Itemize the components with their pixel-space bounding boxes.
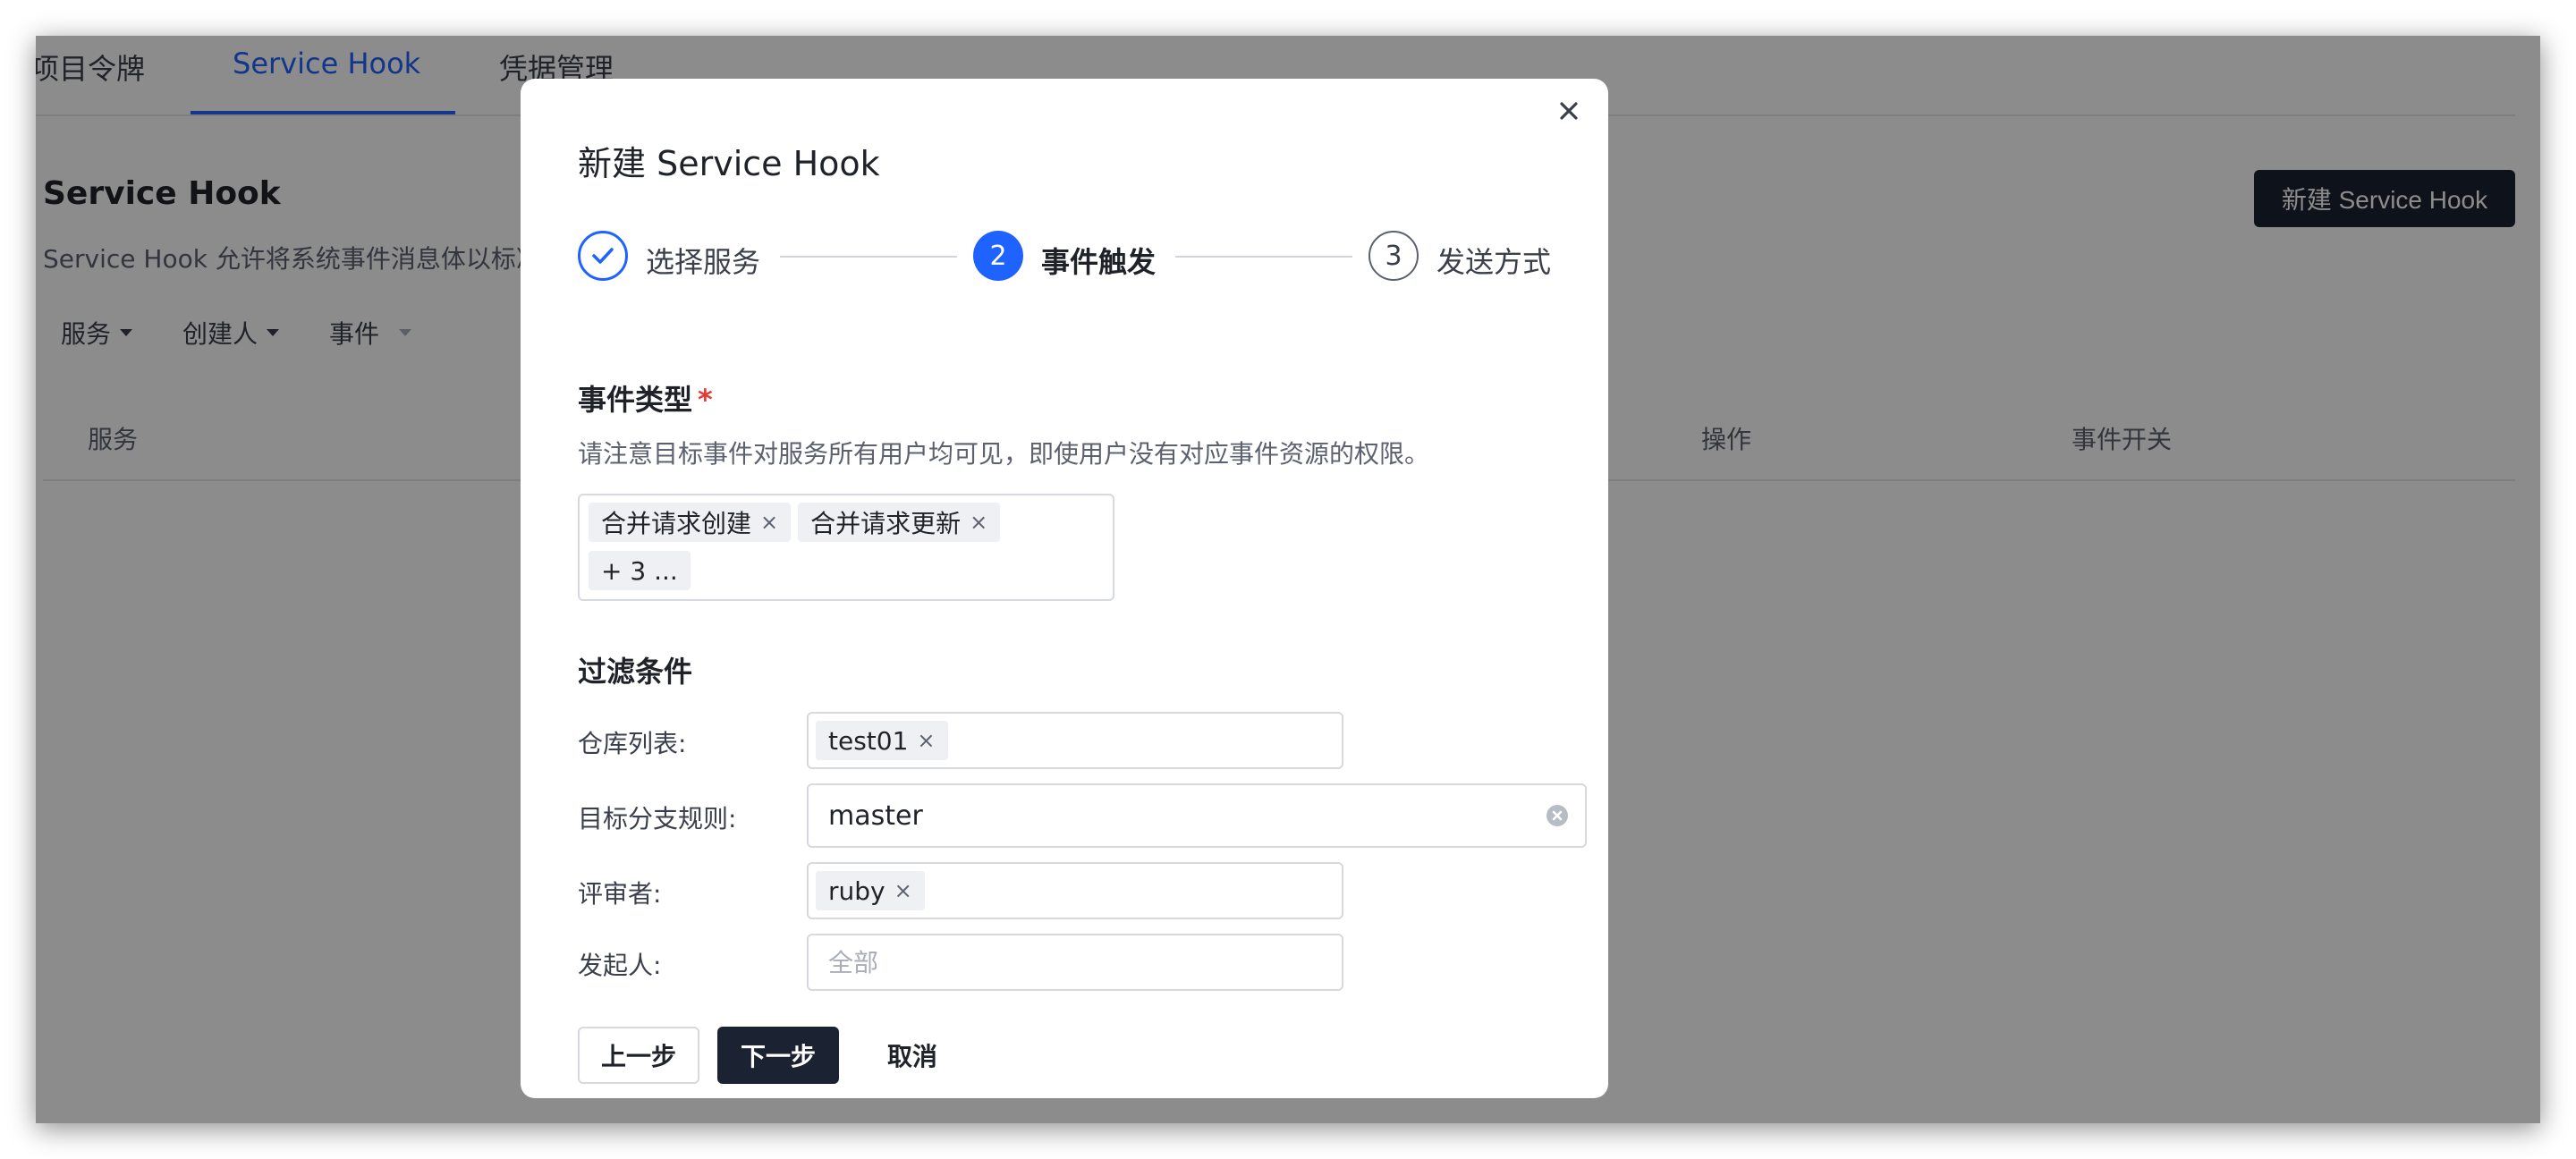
event-type-hint: 请注意目标事件对服务所有用户均可见，即使用户没有对应事件资源的权限。 <box>578 439 1430 469</box>
close-button[interactable] <box>1551 93 1587 129</box>
step-2-label: 事件触发 <box>1041 245 1157 279</box>
event-type-label: 事件类型 <box>578 383 693 417</box>
initiator-input[interactable] <box>818 946 1333 978</box>
previous-step-button[interactable]: 上一步 <box>578 1027 699 1084</box>
cancel-button[interactable]: 取消 <box>857 1027 968 1084</box>
clear-icon[interactable] <box>1546 804 1569 827</box>
reviewer-label: 评审者: <box>578 879 662 909</box>
tag-label: ruby <box>828 876 886 906</box>
tag-remove-icon[interactable]: × <box>917 728 935 753</box>
tag-label: 合并请求更新 <box>810 509 962 538</box>
event-type-select[interactable]: 合并请求创建 × 合并请求更新 × + 3 ... <box>578 494 1114 601</box>
target-branch-field[interactable] <box>807 783 1587 848</box>
step-3-indicator: 3 <box>1368 231 1419 281</box>
tag-label: 合并请求创建 <box>601 509 752 538</box>
repo-list-select[interactable]: test01 × <box>807 712 1343 769</box>
initiator-select[interactable] <box>807 934 1343 991</box>
initiator-label: 发起人: <box>578 951 662 980</box>
app-window: 项目令牌 Service Hook 凭据管理 Service Hook Serv… <box>36 36 2540 1123</box>
target-branch-label: 目标分支规则: <box>578 804 737 833</box>
reviewer-tag: ruby × <box>816 871 925 910</box>
reviewer-select[interactable]: ruby × <box>807 862 1343 919</box>
step-2-indicator: 2 <box>973 231 1023 281</box>
step-1-label: 选择服务 <box>646 245 761 279</box>
tag-remove-icon[interactable]: × <box>894 878 912 903</box>
dialog-title: 新建 Service Hook <box>578 144 880 183</box>
repo-tag: test01 × <box>816 721 948 760</box>
tag-remove-icon[interactable]: × <box>970 510 987 535</box>
filter-conditions-title: 过滤条件 <box>578 655 693 689</box>
step-1-indicator <box>578 231 628 281</box>
target-branch-input[interactable] <box>818 799 1546 832</box>
more-tags-badge[interactable]: + 3 ... <box>589 551 691 590</box>
new-service-hook-dialog: 新建 Service Hook 选择服务 2 事件触发 3 发送方式 事件类型 *… <box>521 79 1608 1098</box>
repo-list-label: 仓库列表: <box>578 729 687 758</box>
next-step-button[interactable]: 下一步 <box>717 1027 839 1084</box>
step-connector <box>1175 256 1352 258</box>
required-mark: * <box>698 383 713 417</box>
stepper: 选择服务 2 事件触发 3 发送方式 <box>578 231 1551 288</box>
close-icon <box>1560 102 1578 120</box>
event-tag: 合并请求更新 × <box>798 503 1001 542</box>
tag-remove-icon[interactable]: × <box>760 510 778 535</box>
step-connector <box>780 256 957 258</box>
step-3-label: 发送方式 <box>1436 245 1552 279</box>
check-icon <box>592 248 614 264</box>
event-type-title: 事件类型 * <box>578 377 713 419</box>
event-tag: 合并请求创建 × <box>589 503 792 542</box>
tag-label: test01 <box>828 725 909 756</box>
